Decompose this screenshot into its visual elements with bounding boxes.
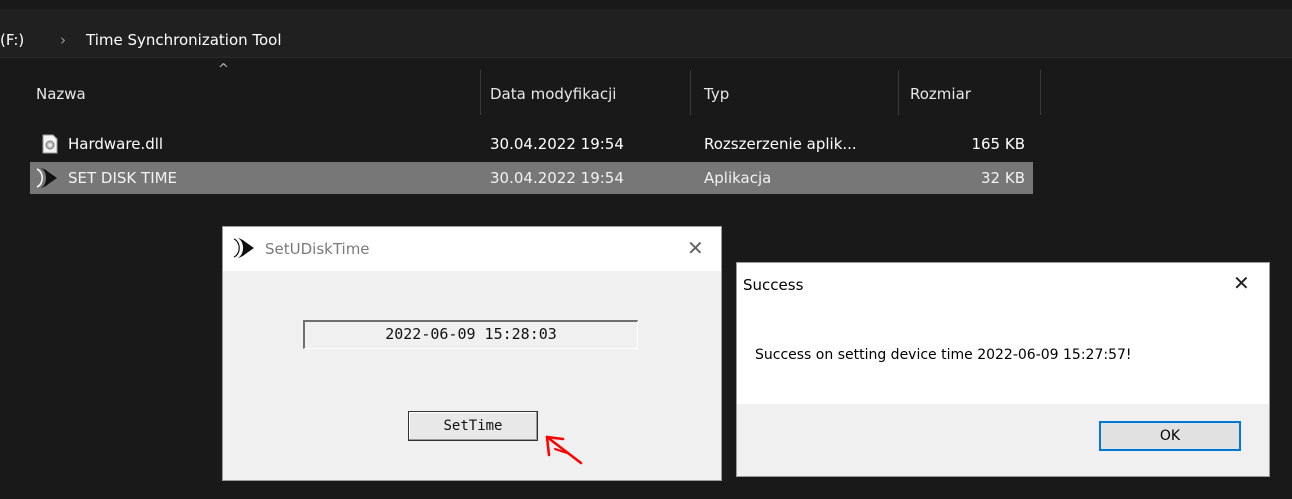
red-arrow-annotation [541, 433, 587, 467]
window-titlebar[interactable]: SetUDiskTime ✕ [223, 227, 721, 271]
file-size: 32 KB [981, 169, 1025, 187]
column-divider[interactable] [1040, 70, 1041, 115]
settime-button[interactable]: SetTime [408, 411, 538, 441]
file-size: 165 KB [971, 135, 1025, 153]
success-dialog: Success ✕ Success on setting device time… [736, 262, 1270, 477]
sort-up-icon: ^ [218, 62, 229, 77]
breadcrumb-drive[interactable]: (F:) [0, 31, 24, 49]
setudisktime-window: SetUDiskTime ✕ 2022-06-09 15:28:03 SetTi… [222, 226, 722, 481]
file-date: 30.04.2022 19:54 [490, 135, 624, 153]
file-type: Aplikacja [704, 169, 772, 187]
close-icon[interactable]: ✕ [1233, 271, 1250, 295]
file-name: SET DISK TIME [68, 169, 178, 187]
file-row-selected[interactable]: SET DISK TIME 30.04.2022 19:54 Aplikacja… [30, 162, 1033, 194]
column-divider[interactable] [898, 70, 899, 115]
file-row[interactable]: Hardware.dll 30.04.2022 19:54 Rozszerzen… [30, 128, 1033, 160]
column-divider[interactable] [690, 70, 691, 115]
column-divider[interactable] [480, 70, 481, 115]
column-name[interactable]: Nazwa [36, 85, 86, 103]
column-size[interactable]: Rozmiar [910, 85, 971, 103]
dialog-title: Success [743, 276, 804, 294]
file-type: Rozszerzenie aplik... [704, 135, 857, 153]
file-date: 30.04.2022 19:54 [490, 169, 624, 187]
ok-button[interactable]: OK [1099, 421, 1241, 451]
dialog-titlebar[interactable]: Success ✕ [737, 263, 1269, 305]
dll-file-icon [42, 134, 58, 154]
address-bar-box[interactable]: (F:) › Time Synchronization Tool [0, 9, 1292, 58]
app-icon [34, 166, 60, 190]
address-bar: (F:) › Time Synchronization Tool [0, 0, 1292, 58]
breadcrumb-folder[interactable]: Time Synchronization Tool [86, 31, 282, 49]
success-message: Success on setting device time 2022-06-0… [755, 347, 1132, 363]
column-date[interactable]: Data modyfikacji [490, 85, 616, 103]
file-name: Hardware.dll [68, 135, 164, 153]
column-type[interactable]: Typ [704, 85, 729, 103]
window-title: SetUDiskTime [265, 240, 370, 258]
breadcrumb-separator: › [60, 31, 66, 49]
dialog-footer: OK [737, 404, 1269, 476]
app-icon [231, 236, 257, 260]
device-time-display: 2022-06-09 15:28:03 [303, 320, 638, 349]
close-icon[interactable]: ✕ [687, 236, 704, 260]
